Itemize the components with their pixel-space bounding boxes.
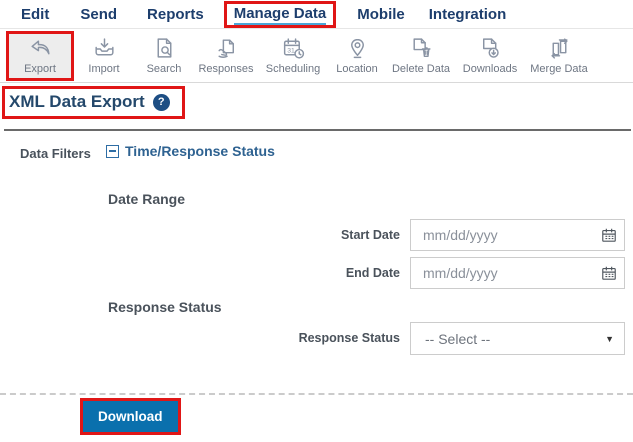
calendar-picker-icon[interactable] bbox=[601, 227, 617, 243]
nav-item-send[interactable]: Send bbox=[80, 6, 117, 23]
nav-item-mobile[interactable]: Mobile bbox=[357, 6, 405, 23]
calendar-day-number: 31 bbox=[287, 48, 295, 55]
response-status-heading: Response Status bbox=[108, 299, 222, 315]
toolbar-item-scheduling[interactable]: 31 Scheduling bbox=[258, 31, 328, 81]
toolbar-item-search[interactable]: Search bbox=[134, 31, 194, 81]
help-icon[interactable]: ? bbox=[153, 94, 170, 111]
export-arrow-icon bbox=[28, 36, 53, 61]
toolbar-item-responses[interactable]: Responses bbox=[194, 31, 258, 81]
calendar-picker-icon[interactable] bbox=[601, 265, 617, 281]
xml-data-export-page: Edit Send Reports Manage Data Mobile Int… bbox=[0, 0, 633, 442]
download-highlight-box: Download bbox=[80, 398, 181, 435]
date-range-heading: Date Range bbox=[108, 191, 185, 207]
end-date-label: End Date bbox=[0, 257, 400, 290]
toolbar-item-label: Merge Data bbox=[530, 63, 587, 75]
download-button[interactable]: Download bbox=[83, 401, 178, 432]
map-pin-icon bbox=[345, 36, 370, 61]
time-response-status-label: Time/Response Status bbox=[125, 143, 275, 159]
start-date-label: Start Date bbox=[0, 219, 400, 252]
top-nav: Edit Send Reports Manage Data Mobile Int… bbox=[0, 0, 633, 28]
manage-data-highlight-box: Manage Data bbox=[224, 1, 337, 28]
document-search-icon bbox=[152, 36, 177, 61]
import-tray-icon bbox=[92, 36, 117, 61]
response-status-label: Response Status bbox=[0, 322, 400, 355]
end-date-input[interactable] bbox=[410, 257, 625, 289]
page-title: XML Data Export bbox=[9, 92, 145, 112]
dropdown-arrow-icon: ▼ bbox=[605, 334, 614, 344]
document-trash-icon bbox=[409, 36, 434, 61]
toolbar-item-label: Export bbox=[24, 63, 56, 75]
manage-data-toolbar: Export Import Search Responses bbox=[0, 28, 633, 83]
select-value: -- Select -- bbox=[425, 331, 605, 347]
footer-divider bbox=[0, 393, 633, 395]
toolbar-item-label: Scheduling bbox=[266, 63, 320, 75]
toolbar-item-merge-data[interactable]: Merge Data bbox=[524, 31, 594, 81]
toolbar-item-label: Search bbox=[147, 63, 182, 75]
toolbar-item-delete-data[interactable]: Delete Data bbox=[386, 31, 456, 81]
nav-item-edit[interactable]: Edit bbox=[21, 6, 49, 23]
toolbar-item-label: Import bbox=[88, 63, 119, 75]
document-hand-icon bbox=[214, 36, 239, 61]
toolbar-item-import[interactable]: Import bbox=[74, 31, 134, 81]
calendar-clock-icon: 31 bbox=[281, 36, 306, 61]
toolbar-item-export[interactable]: Export bbox=[6, 31, 74, 81]
toolbar-item-downloads[interactable]: Downloads bbox=[456, 31, 524, 81]
toolbar-item-label: Responses bbox=[198, 63, 253, 75]
page-title-highlight-box: XML Data Export ? bbox=[2, 86, 185, 119]
toolbar-item-label: Delete Data bbox=[392, 63, 450, 75]
document-download-icon bbox=[478, 36, 503, 61]
time-response-status-toggle[interactable]: Time/Response Status bbox=[106, 143, 275, 159]
toolbar-item-location[interactable]: Location bbox=[328, 31, 386, 81]
end-date-field bbox=[410, 257, 625, 289]
nav-item-reports[interactable]: Reports bbox=[147, 6, 204, 23]
start-date-input[interactable] bbox=[410, 219, 625, 251]
data-filters-label: Data Filters bbox=[20, 146, 91, 161]
toolbar-item-label: Downloads bbox=[463, 63, 517, 75]
toolbar-item-label: Location bbox=[336, 63, 378, 75]
title-divider bbox=[4, 129, 631, 131]
collapse-minus-icon[interactable] bbox=[106, 145, 119, 158]
start-date-field bbox=[410, 219, 625, 251]
merge-documents-icon bbox=[547, 36, 572, 61]
response-status-select[interactable]: -- Select -- ▼ bbox=[410, 322, 625, 355]
nav-item-manage-data[interactable]: Manage Data bbox=[234, 5, 327, 25]
nav-item-integration[interactable]: Integration bbox=[429, 6, 507, 23]
